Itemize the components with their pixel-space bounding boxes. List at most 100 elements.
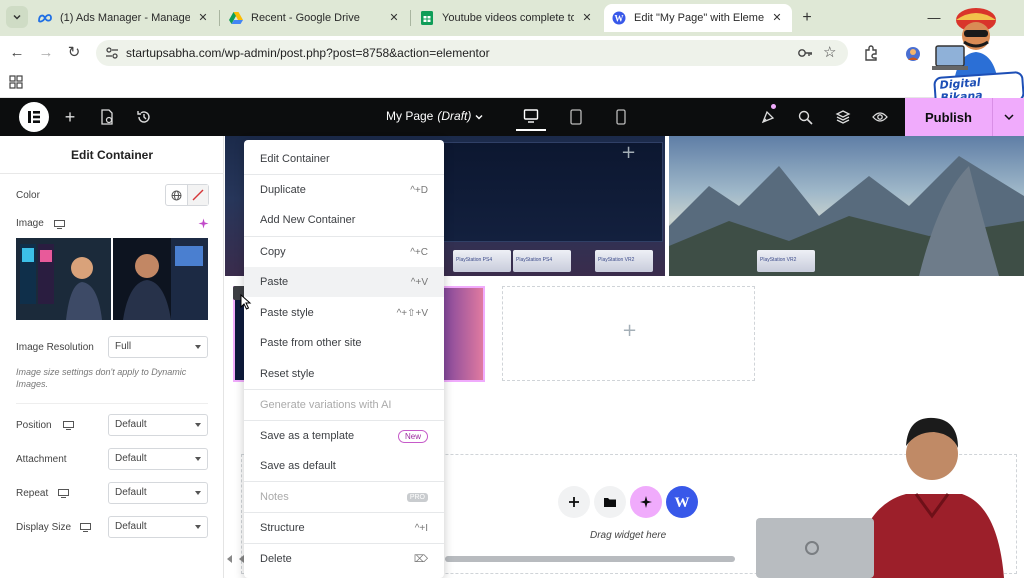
- menu-label: Edit Container: [260, 153, 330, 165]
- menu-reset-style[interactable]: Reset style: [244, 359, 444, 389]
- drag-widget-hint: Drag widget here: [590, 530, 667, 541]
- history-icon[interactable]: [134, 107, 154, 127]
- select-value: Full: [115, 341, 132, 352]
- panel-title: Edit Container: [0, 136, 224, 174]
- global-colors-icon[interactable]: [166, 185, 187, 205]
- elementor-top-bar: + My Page (Draft) Publish: [0, 98, 1024, 136]
- menu-label: Save as a template: [260, 430, 355, 442]
- search-icon[interactable]: [795, 107, 815, 127]
- display-size-label: Display Size: [16, 522, 72, 533]
- close-icon[interactable]: ✕: [196, 11, 210, 25]
- menu-paste-style[interactable]: Paste style ^+⇧+V: [244, 298, 444, 328]
- menu-label: Duplicate: [260, 184, 306, 196]
- ai-sparkle-icon: [640, 496, 652, 508]
- plus-icon: [569, 497, 579, 507]
- menu-save-as-template[interactable]: Save as a template New: [244, 421, 444, 451]
- menu-copy[interactable]: Copy ^+C: [244, 237, 444, 267]
- menu-save-as-default[interactable]: Save as default: [244, 451, 444, 481]
- menu-paste[interactable]: Paste ^+V: [244, 267, 444, 297]
- profile-extension-icon[interactable]: [904, 44, 922, 62]
- menu-label: Generate variations with AI: [260, 399, 392, 411]
- extensions-icon[interactable]: [862, 44, 880, 62]
- position-select[interactable]: Default: [108, 414, 208, 436]
- tab-search-button[interactable]: [6, 6, 28, 28]
- caret-down-icon: [195, 423, 201, 427]
- menu-paste-from-other-site[interactable]: Paste from other site: [244, 328, 444, 358]
- image-resolution-select[interactable]: Full: [108, 336, 208, 358]
- apps-grid-icon[interactable]: [9, 75, 23, 89]
- add-element-plus-icon[interactable]: +: [622, 320, 637, 341]
- wordpress-icon: W: [612, 11, 626, 25]
- menu-shortcut: ^+I: [414, 522, 428, 534]
- image-label: Image: [16, 218, 44, 229]
- menu-label: Paste style: [260, 307, 314, 319]
- responsive-monitor-icon[interactable]: [54, 220, 65, 229]
- page-status: (Draft): [437, 109, 472, 123]
- tab-ads-manager[interactable]: (1) Ads Manager - Manage ads ✕: [30, 4, 218, 32]
- browser-tab-strip: (1) Ads Manager - Manage ads ✕ Recent - …: [0, 0, 1024, 36]
- case-label: PlayStation PS4: [456, 257, 493, 263]
- chevron-down-icon[interactable]: [474, 112, 484, 122]
- display-size-select[interactable]: Default: [108, 516, 208, 538]
- bookmark-star-icon[interactable]: ☆: [823, 43, 836, 61]
- menu-add-new-container[interactable]: Add New Container: [244, 205, 444, 235]
- ai-generate-button[interactable]: [630, 486, 662, 518]
- address-toolbar: ← → ↻ startupsabha.com/wp-admin/post.php…: [0, 36, 1024, 70]
- tab-divider: [219, 10, 220, 26]
- password-key-icon[interactable]: [797, 45, 813, 61]
- ai-sparkle-icon[interactable]: [198, 218, 209, 229]
- cartoon-mascot-icon: [932, 8, 998, 82]
- responsive-monitor-icon[interactable]: [58, 489, 69, 498]
- desktop-view-icon[interactable]: [516, 103, 546, 131]
- site-info-icon[interactable]: [104, 45, 120, 61]
- responsive-monitor-icon[interactable]: [63, 421, 74, 430]
- menu-structure[interactable]: Structure ^+I: [244, 513, 444, 543]
- context-menu: Edit Container Duplicate ^+D Add New Cont…: [244, 140, 444, 578]
- add-container-plus-icon[interactable]: +: [621, 142, 636, 163]
- menu-edit-container[interactable]: Edit Container: [244, 144, 444, 174]
- menu-duplicate[interactable]: Duplicate ^+D: [244, 175, 444, 205]
- tab-youtube-sheet[interactable]: Youtube videos complete topic ✕: [412, 4, 602, 32]
- background-image-preview[interactable]: [16, 238, 111, 320]
- publish-options-button[interactable]: [992, 98, 1024, 136]
- color-swatch-empty[interactable]: [186, 185, 208, 205]
- add-template-button[interactable]: [594, 486, 626, 518]
- menu-notes[interactable]: Notes PRO: [244, 482, 444, 512]
- close-icon[interactable]: ✕: [580, 11, 594, 25]
- color-control[interactable]: [165, 184, 209, 206]
- tablet-view-icon[interactable]: [561, 103, 591, 131]
- tab-google-drive[interactable]: Recent - Google Drive ✕: [221, 4, 409, 32]
- whats-new-icon[interactable]: [758, 107, 778, 127]
- page-settings-icon[interactable]: [97, 107, 117, 127]
- add-element-icon[interactable]: +: [60, 107, 80, 127]
- publish-button[interactable]: Publish: [905, 98, 992, 136]
- case-label: PlayStation VR2: [598, 257, 635, 263]
- background-image-preview-alt[interactable]: [113, 238, 208, 320]
- page-title-dropdown[interactable]: My Page (Draft): [386, 109, 471, 123]
- close-icon[interactable]: ✕: [770, 11, 784, 25]
- back-button[interactable]: ←: [7, 43, 27, 63]
- mobile-view-icon[interactable]: [606, 103, 636, 131]
- add-section-button[interactable]: [558, 486, 590, 518]
- preview-eye-icon[interactable]: [870, 107, 890, 127]
- forward-button[interactable]: →: [36, 43, 56, 63]
- svg-text:W: W: [675, 495, 690, 511]
- repeat-select[interactable]: Default: [108, 482, 208, 504]
- responsive-monitor-icon[interactable]: [80, 523, 91, 532]
- reload-button[interactable]: ↻: [64, 43, 84, 63]
- wordpress-kit-button[interactable]: W: [666, 486, 698, 518]
- close-icon[interactable]: ✕: [387, 11, 401, 25]
- wordpress-icon: W: [675, 495, 690, 511]
- presenter-webcam: [756, 410, 1024, 578]
- tab-elementor[interactable]: W Edit "My Page" with Elementor ✕: [604, 4, 792, 32]
- color-label: Color: [16, 190, 40, 201]
- elementor-logo-button[interactable]: [19, 102, 49, 132]
- chevron-down-icon: [1003, 114, 1014, 121]
- new-tab-button[interactable]: +: [797, 8, 817, 28]
- structure-layers-icon[interactable]: [833, 107, 853, 127]
- menu-generate-variations-ai[interactable]: Generate variations with AI: [244, 390, 444, 420]
- menu-delete[interactable]: Delete ⌦: [244, 544, 444, 574]
- omnibox[interactable]: startupsabha.com/wp-admin/post.php?post=…: [96, 40, 848, 66]
- attachment-select[interactable]: Default: [108, 448, 208, 470]
- caret-down-icon: [195, 457, 201, 461]
